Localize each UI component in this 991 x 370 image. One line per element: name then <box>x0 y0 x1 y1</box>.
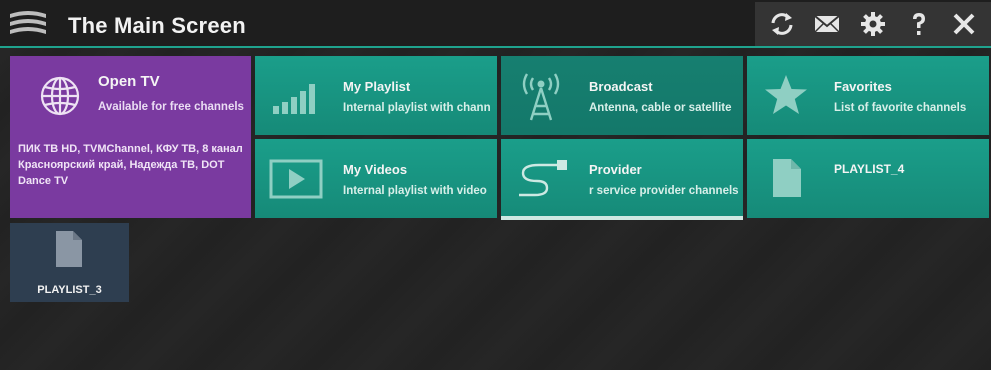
tile-subtitle: Antenna, cable or satellite <box>589 102 732 114</box>
tile-playlist-3[interactable]: PLAYLIST_3 <box>10 223 129 302</box>
tile-channel-list: ПИК ТВ HD, TVMChannel, КФУ ТВ, 8 канал К… <box>18 143 243 187</box>
video-play-icon <box>269 159 323 204</box>
sync-icon[interactable] <box>762 4 802 44</box>
mail-icon[interactable] <box>807 4 847 44</box>
tile-title: Open TV <box>98 73 160 90</box>
star-icon <box>763 73 809 122</box>
close-icon[interactable] <box>944 4 984 44</box>
help-icon[interactable] <box>899 4 939 44</box>
tile-open-tv[interactable]: Open TV Available for free channels ПИК … <box>10 56 251 218</box>
menu-icon[interactable] <box>8 9 48 39</box>
gear-icon[interactable] <box>853 4 893 44</box>
tile-subtitle: r service provider channels <box>589 185 739 197</box>
tile-broadcast[interactable]: Broadcast Antenna, cable or satellite <box>501 56 743 135</box>
tile-subtitle: Available for free channels <box>98 101 244 113</box>
tile-title: Provider <box>589 162 642 177</box>
tile-title: My Videos <box>343 162 408 177</box>
globe-icon <box>38 74 82 123</box>
document-icon <box>54 229 84 274</box>
tile-favorites[interactable]: Favorites List of favorite channels <box>747 56 989 135</box>
tile-title: PLAYLIST_4 <box>834 162 905 176</box>
tile-my-videos[interactable]: My Videos Internal playlist with video <box>255 139 497 218</box>
top-bar: The Main Screen <box>0 0 991 48</box>
header-actions <box>755 2 991 46</box>
antenna-icon <box>517 66 565 129</box>
tile-title: Favorites <box>834 79 892 94</box>
signal-bars-icon <box>271 76 321 121</box>
selection-underline <box>501 216 743 220</box>
tile-title: Broadcast <box>589 79 653 94</box>
tile-subtitle: Internal playlist with chann <box>343 102 491 114</box>
document-icon <box>771 157 803 204</box>
tile-subtitle: List of favorite channels <box>834 102 967 114</box>
tile-playlist-4[interactable]: PLAYLIST_4 <box>747 139 989 218</box>
tile-my-playlist[interactable]: My Playlist Internal playlist with chann <box>255 56 497 135</box>
cable-plug-icon <box>517 157 569 206</box>
tile-subtitle: Internal playlist with video <box>343 185 487 197</box>
tile-title: PLAYLIST_3 <box>37 284 102 296</box>
page-title: The Main Screen <box>68 13 246 38</box>
tile-provider[interactable]: Provider r service provider channels <box>501 139 743 220</box>
tile-title: My Playlist <box>343 79 411 94</box>
